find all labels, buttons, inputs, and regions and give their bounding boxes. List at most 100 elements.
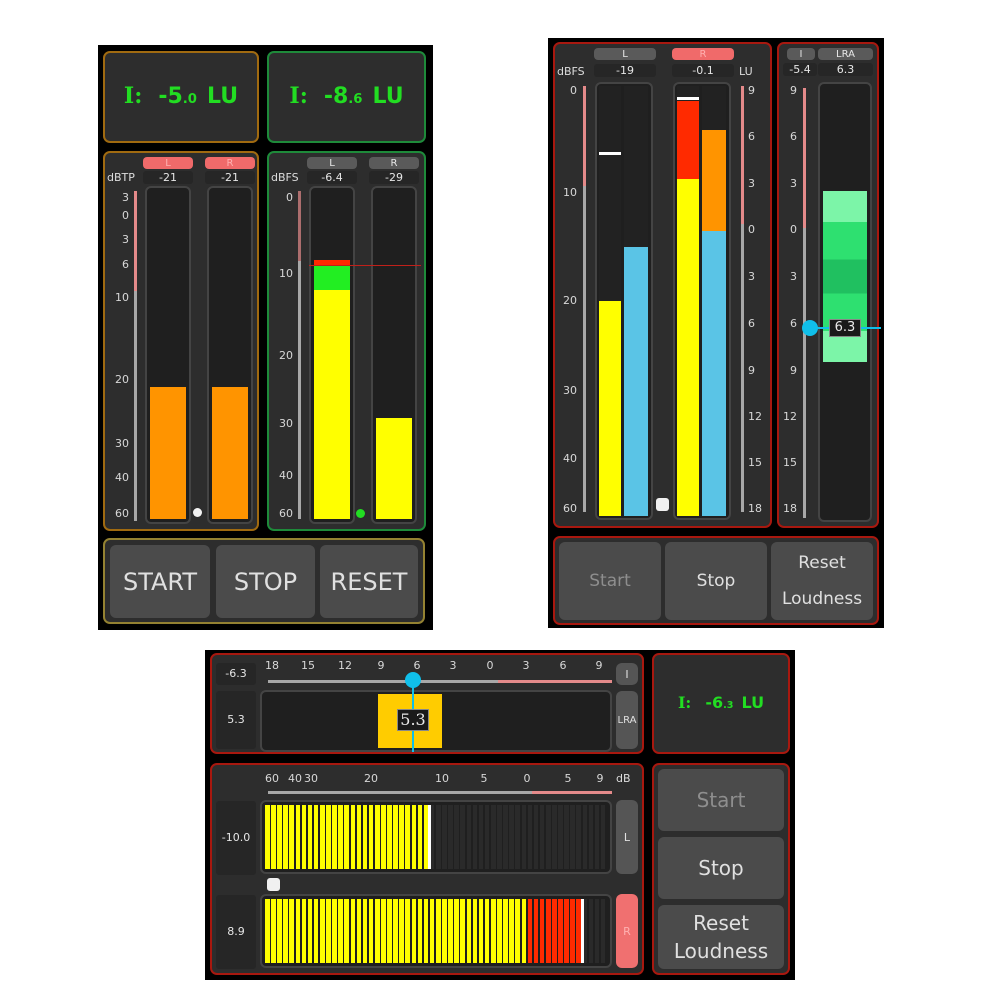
- meter-segment: [466, 805, 472, 869]
- scale-tick-label: 20: [115, 373, 129, 386]
- meter-segment: [283, 899, 288, 963]
- scale-tick-label: 3: [790, 270, 797, 283]
- channel-l-clip-indicator[interactable]: L: [307, 157, 357, 169]
- channel-l-peak-hold: [599, 152, 621, 156]
- scale-tick-label: 0: [523, 772, 531, 785]
- scale-tick-label: 15: [301, 659, 315, 672]
- meter-segment: [374, 899, 380, 963]
- scale-over-range: [134, 191, 137, 291]
- channel-r-value: -21: [205, 171, 255, 184]
- scale-unit: dBTP: [107, 171, 135, 184]
- stop-button[interactable]: Stop: [665, 542, 767, 620]
- meter-segment: [283, 805, 288, 869]
- channel-r-loudness-level: [702, 129, 726, 516]
- channel-r-clip-indicator[interactable]: R: [616, 894, 638, 968]
- meter-segment: [515, 805, 520, 869]
- meter-segment: [515, 899, 520, 963]
- left-scale-unit: dBFS: [557, 65, 585, 78]
- lra-meter-horizontal: -6.3 5.3 5.3 I LRA 18 15 12 9 6 3 0 3 6 9: [210, 653, 644, 754]
- lra-bar-well: [818, 82, 872, 522]
- meter-segment: [411, 899, 417, 963]
- scale-tick-label: 18: [783, 502, 797, 515]
- meter-segment: [564, 899, 569, 963]
- meter-segment: [545, 899, 551, 963]
- channel-l-clip-indicator[interactable]: L: [143, 157, 193, 169]
- meter-segment: [503, 805, 508, 869]
- meter-segment: [423, 899, 429, 963]
- status-indicator-white: [656, 498, 669, 511]
- meter-segment: [307, 805, 313, 869]
- channel-l-clip-indicator[interactable]: L: [594, 48, 656, 60]
- meter-segment: [582, 805, 588, 869]
- meter-segment: [521, 899, 527, 963]
- loudness-int: -8: [323, 84, 349, 109]
- bar-scale-unit: dB: [616, 772, 631, 785]
- meter-segment: [405, 805, 411, 869]
- meter-segment: [356, 899, 362, 963]
- channel-l-clip-indicator[interactable]: L: [616, 800, 638, 874]
- stop-button[interactable]: Stop: [658, 837, 784, 899]
- meter-segment: [521, 805, 527, 869]
- start-button[interactable]: START: [110, 545, 210, 618]
- meter-segment: [393, 899, 398, 963]
- loudness-unit: LU: [206, 84, 239, 109]
- meter-segment: [326, 899, 331, 963]
- scale-tick-label: 9: [790, 364, 797, 377]
- scale-tick-label: 12: [338, 659, 352, 672]
- meter-segment: [600, 899, 606, 963]
- channel-r-clip-indicator[interactable]: R: [205, 157, 255, 169]
- channel-r-clip-indicator[interactable]: R: [672, 48, 734, 60]
- lra-value: 5.3: [216, 691, 256, 749]
- channel-r-clip-indicator[interactable]: R: [369, 157, 419, 169]
- lra-cursor-handle[interactable]: [802, 319, 818, 336]
- meter-segment: [295, 805, 301, 869]
- meter-segment: [448, 899, 453, 963]
- scale-tick-label: 40: [279, 469, 293, 482]
- scale-tick-label: 30: [304, 772, 318, 785]
- reset-loudness-button[interactable]: Reset Loudness: [771, 542, 873, 620]
- start-button[interactable]: Start: [559, 542, 661, 620]
- start-button[interactable]: Start: [658, 769, 784, 831]
- channel-l-meter: [309, 186, 355, 524]
- scale-tick-label: 12: [783, 410, 797, 423]
- scale-tick-label: 3: [449, 659, 457, 672]
- meter-segment: [362, 805, 368, 869]
- meter-segment: [588, 899, 594, 963]
- stop-button[interactable]: STOP: [216, 545, 315, 618]
- scale-tick-label: 6: [790, 130, 797, 143]
- scale-tick-label: 10: [563, 186, 577, 199]
- reset-button[interactable]: RESET: [320, 545, 418, 618]
- scale-tick-label: 6: [122, 258, 129, 271]
- lra-cursor-handle[interactable]: [405, 672, 421, 688]
- meter-segment: [344, 805, 349, 869]
- lra-toggle-button[interactable]: LRA: [616, 691, 638, 749]
- lra-value: 6.3: [818, 63, 873, 76]
- meter-segment: [594, 805, 600, 869]
- integrated-label[interactable]: I: [787, 48, 815, 60]
- loudness-dec: .3: [723, 700, 734, 711]
- scale-tick-label: 40: [115, 471, 129, 484]
- scale-tick-label: 5: [480, 772, 488, 785]
- meter-segment: [277, 899, 282, 963]
- meter-segment: [417, 899, 423, 963]
- loudness-unit: LU: [741, 693, 765, 712]
- lra-bar-well: [260, 690, 612, 752]
- scale-tick-label: 10: [435, 772, 449, 785]
- scale-tick-label: 3: [748, 270, 755, 283]
- meter-segment: [271, 899, 276, 963]
- transport-panel-d: Start Stop Reset Loudness: [652, 763, 790, 975]
- reset-loudness-button[interactable]: Reset Loudness: [658, 905, 784, 969]
- channel-l-value: -19: [594, 64, 656, 77]
- meter-segment: [356, 805, 362, 869]
- channel-r-value: -0.1: [672, 64, 734, 77]
- meter-segment: [454, 899, 459, 963]
- scale-tick-label: 20: [279, 349, 293, 362]
- integrated-toggle-button[interactable]: I: [616, 663, 638, 685]
- meter-segment: [490, 899, 496, 963]
- scale-tick-label: 9: [596, 772, 604, 785]
- scale-tick-label: 15: [783, 456, 797, 469]
- meter-segment: [393, 805, 398, 869]
- lra-label[interactable]: LRA: [818, 48, 873, 60]
- channel-r-level: [212, 387, 248, 519]
- channel-r-meter: [207, 186, 253, 524]
